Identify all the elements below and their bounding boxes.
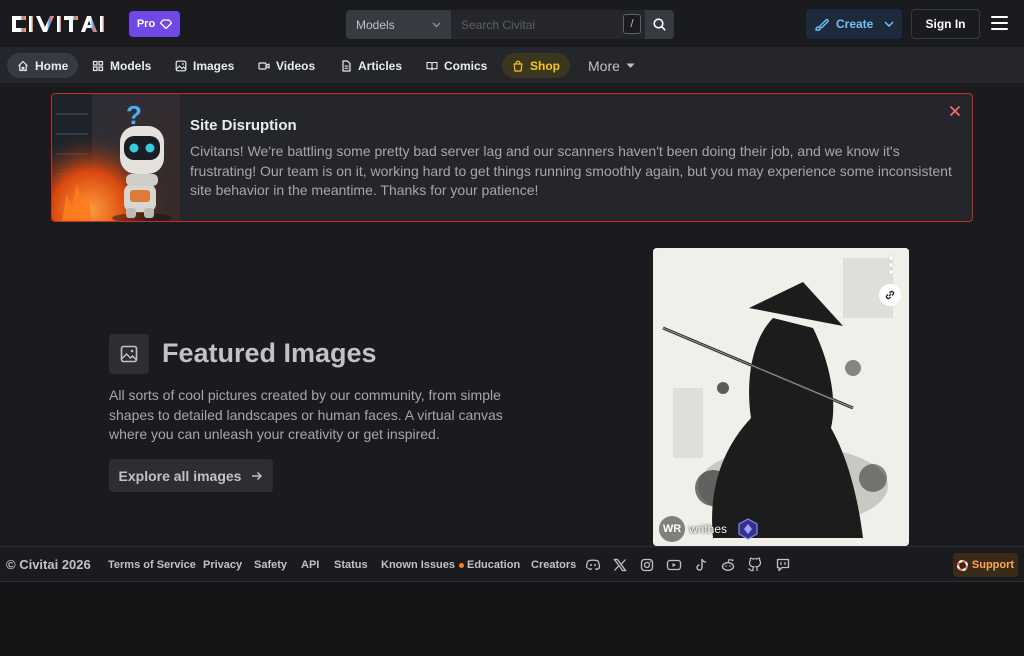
site-disruption-alert: ? Site Disruption Civitans! We're battli… <box>51 93 973 222</box>
nav-more-label: More <box>588 57 620 74</box>
nav-home-label: Home <box>35 58 69 73</box>
nav-shop[interactable]: Shop <box>502 53 570 78</box>
card-author[interactable]: WR writhes <box>659 516 759 542</box>
page-bottom <box>0 582 1024 656</box>
caret-down-icon <box>626 63 635 68</box>
create-button[interactable]: Create <box>806 9 902 39</box>
close-icon[interactable] <box>948 104 962 118</box>
explore-all-images-button[interactable]: Explore all images <box>109 459 273 492</box>
search-icon <box>653 18 666 31</box>
nav-articles[interactable]: Articles <box>330 53 412 78</box>
nav-videos[interactable]: Videos <box>248 53 325 78</box>
pro-label: Pro <box>136 18 156 30</box>
card-menu-icon[interactable] <box>889 256 893 274</box>
chevron-down-icon <box>884 21 894 27</box>
menu-icon[interactable] <box>991 16 1008 30</box>
discord-icon[interactable] <box>585 557 601 573</box>
brush-icon <box>815 18 829 31</box>
instagram-icon[interactable] <box>639 557 655 573</box>
reddit-icon[interactable] <box>720 557 736 573</box>
footer-link-privacy[interactable]: Privacy <box>203 559 242 571</box>
nav-shop-label: Shop <box>530 58 560 73</box>
sign-in-button[interactable]: Sign In <box>911 9 980 39</box>
footer-link-api[interactable]: API <box>301 559 319 571</box>
nav-models-label: Models <box>110 58 152 73</box>
copyright: © Civitai 2026 <box>6 557 91 572</box>
search-scope-select[interactable]: Models <box>346 10 451 39</box>
known-issues-label: Known Issues <box>381 559 455 571</box>
footer-link-status[interactable]: Status <box>334 559 368 571</box>
explore-label: Explore all images <box>118 467 242 484</box>
support-button[interactable]: Support <box>953 553 1018 577</box>
github-icon[interactable] <box>747 557 763 573</box>
video-icon <box>258 61 270 70</box>
search-button[interactable] <box>645 10 674 39</box>
status-dot <box>458 562 464 568</box>
create-label: Create <box>836 17 874 31</box>
youtube-icon[interactable] <box>666 557 682 573</box>
nav-home[interactable]: Home <box>7 53 79 78</box>
file-icon <box>342 59 351 72</box>
home-icon <box>18 60 28 71</box>
search-scope-value: Models <box>356 17 395 32</box>
nav-articles-label: Articles <box>358 58 403 73</box>
top-header: Pro Models / Create Sign In <box>0 0 1024 47</box>
featured-images-title: Featured Images <box>162 338 377 368</box>
author-username: writhes <box>689 522 728 536</box>
nav-comics[interactable]: Comics <box>416 53 497 78</box>
footer-link-terms[interactable]: Terms of Service <box>108 559 196 571</box>
nav-images[interactable]: Images <box>165 53 244 78</box>
footer-link-education[interactable]: Education <box>467 559 520 571</box>
link-icon[interactable] <box>879 284 901 306</box>
diamond-icon <box>160 19 173 29</box>
search-shortcut-key: / <box>623 14 641 34</box>
nav-videos-label: Videos <box>276 58 316 73</box>
alert-title: Site Disruption <box>190 117 297 134</box>
tiktok-icon[interactable] <box>693 557 709 573</box>
creator-badge-icon <box>738 518 758 540</box>
featured-image-card[interactable]: WR writhes <box>653 248 909 546</box>
site-footer: © Civitai 2026 Terms of Service Privacy … <box>0 546 1024 582</box>
search-field: / <box>451 10 645 39</box>
chevron-down-icon <box>432 22 441 27</box>
search-bar: Models / <box>346 10 674 39</box>
lifebuoy-icon <box>956 559 968 571</box>
nav-images-label: Images <box>193 58 235 73</box>
arrow-right-icon <box>252 471 263 480</box>
robot-illustration: ? <box>52 94 180 221</box>
shopping-bag-icon <box>513 60 523 72</box>
avatar: WR <box>659 516 685 542</box>
main-nav: Home Models Images Videos Articles Comic… <box>0 47 1024 83</box>
featured-images-description: All sorts of cool pictures created by ou… <box>109 387 503 442</box>
svg-text:?: ? <box>126 100 142 130</box>
nav-models[interactable]: Models <box>82 53 161 78</box>
book-icon <box>426 61 438 71</box>
featured-images-icon <box>109 334 149 374</box>
photo-icon <box>120 345 138 363</box>
footer-link-known-issues[interactable]: Known Issues <box>381 559 464 571</box>
nav-more-menu[interactable]: More <box>588 53 635 78</box>
grid-icon <box>92 60 104 71</box>
support-label: Support <box>971 559 1015 571</box>
alert-message: Civitans! We're battling some pretty bad… <box>190 143 952 198</box>
photo-icon <box>175 60 187 71</box>
x-icon[interactable] <box>612 557 628 573</box>
samurai-artwork <box>653 248 909 546</box>
nav-comics-label: Comics <box>444 58 488 73</box>
footer-link-safety[interactable]: Safety <box>254 559 287 571</box>
search-input[interactable] <box>461 17 611 32</box>
civitai-logo[interactable] <box>10 12 122 36</box>
pro-button[interactable]: Pro <box>129 11 180 37</box>
message-icon[interactable] <box>775 557 791 573</box>
footer-link-creators[interactable]: Creators <box>531 559 576 571</box>
